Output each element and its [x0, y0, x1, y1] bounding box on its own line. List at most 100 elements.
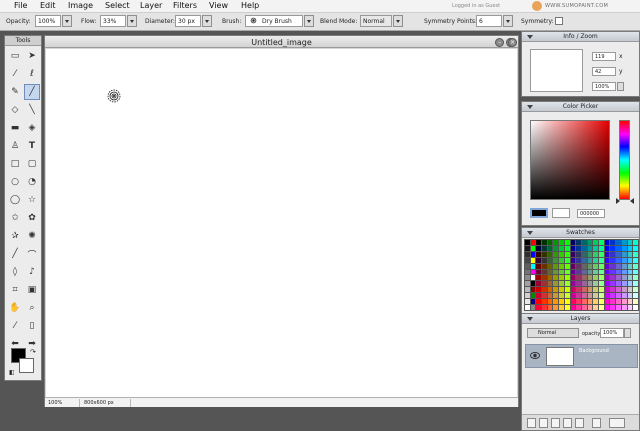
color-swatch[interactable] [576, 305, 581, 310]
color-swatch[interactable] [633, 257, 638, 263]
color-swatch[interactable] [593, 305, 599, 310]
color-swatch[interactable] [604, 305, 610, 310]
color-swatch[interactable] [587, 293, 593, 299]
color-swatch[interactable] [610, 251, 616, 257]
color-swatch[interactable] [616, 293, 621, 299]
color-swatch[interactable] [536, 257, 542, 263]
color-swatch[interactable] [616, 257, 621, 263]
color-swatch[interactable] [547, 257, 553, 263]
color-swatch[interactable] [536, 281, 542, 287]
color-swatch[interactable] [604, 251, 610, 257]
color-swatch[interactable] [542, 275, 547, 281]
color-swatch[interactable] [621, 299, 627, 305]
color-swatch[interactable] [599, 257, 604, 263]
color-swatch[interactable] [581, 305, 587, 310]
color-swatch[interactable] [604, 275, 610, 281]
color-swatch[interactable] [547, 305, 553, 310]
ellipse-tool-icon[interactable]: ○ [7, 174, 23, 190]
color-swatch[interactable] [587, 299, 593, 305]
color-swatch[interactable] [525, 257, 530, 263]
color-swatch[interactable] [581, 299, 587, 305]
lasso-tool-icon[interactable]: ℓ [24, 66, 40, 82]
color-swatch[interactable] [542, 281, 547, 287]
color-swatch[interactable] [553, 293, 559, 299]
blur-tool-icon[interactable]: ◊ [7, 264, 23, 280]
line-tool-icon[interactable]: ╱ [7, 246, 23, 262]
layer-blend-select[interactable]: Normal [527, 328, 579, 338]
color-swatch[interactable] [547, 251, 553, 257]
color-swatch[interactable] [576, 245, 581, 251]
color-swatch[interactable] [616, 263, 621, 269]
color-swatch[interactable] [627, 287, 633, 293]
color-swatch[interactable] [553, 251, 559, 257]
color-swatch[interactable] [576, 257, 581, 263]
color-swatch[interactable] [627, 245, 633, 251]
close-window-icon[interactable]: × [508, 38, 517, 47]
color-swatch[interactable] [587, 269, 593, 275]
blend-mode-dropdown[interactable] [393, 15, 403, 27]
color-swatch[interactable] [593, 257, 599, 263]
color-swatch[interactable] [599, 305, 604, 310]
color-swatch[interactable] [587, 257, 593, 263]
duplicate-layer-icon[interactable] [539, 418, 548, 428]
color-swatch[interactable] [530, 287, 536, 293]
color-swatch[interactable] [587, 263, 593, 269]
clone-stamp-tool-icon[interactable]: ♙ [7, 138, 23, 154]
color-swatch[interactable] [564, 293, 570, 299]
color-swatch[interactable] [599, 245, 604, 251]
color-swatch[interactable] [570, 240, 576, 245]
color-swatch[interactable] [604, 245, 610, 251]
color-swatch[interactable] [530, 305, 536, 310]
color-swatch[interactable] [599, 299, 604, 305]
color-swatch[interactable] [633, 305, 638, 310]
color-swatch[interactable] [547, 299, 553, 305]
flower-tool-icon[interactable]: ✿ [24, 210, 40, 226]
zoom-dropdown[interactable] [617, 82, 624, 91]
color-swatch[interactable] [536, 275, 542, 281]
brand-link[interactable]: WWW.SUMOPAINT.COM [545, 3, 608, 9]
color-swatch[interactable] [570, 287, 576, 293]
color-swatch[interactable] [610, 263, 616, 269]
color-swatch[interactable] [581, 245, 587, 251]
color-swatch[interactable] [599, 275, 604, 281]
layers-header[interactable]: Layers [522, 314, 639, 324]
trash-tool-icon[interactable]: ▯ [24, 318, 40, 334]
color-swatch[interactable] [627, 281, 633, 287]
color-swatch[interactable] [525, 269, 530, 275]
color-swatch[interactable] [610, 245, 616, 251]
color-swatch[interactable] [604, 293, 610, 299]
color-swatch[interactable] [581, 251, 587, 257]
color-swatch[interactable] [576, 293, 581, 299]
color-swatch[interactable] [621, 287, 627, 293]
color-swatch[interactable] [576, 263, 581, 269]
color-swatch[interactable] [633, 299, 638, 305]
opacity-dropdown[interactable] [62, 15, 72, 27]
color-swatch[interactable] [610, 240, 616, 245]
color-swatch[interactable] [564, 305, 570, 310]
color-swatch[interactable] [542, 251, 547, 257]
color-swatch[interactable] [553, 257, 559, 263]
color-swatch[interactable] [547, 293, 553, 299]
color-swatch[interactable] [599, 287, 604, 293]
color-swatch[interactable] [559, 269, 564, 275]
color-swatch[interactable] [530, 269, 536, 275]
drawing-canvas[interactable] [46, 49, 517, 397]
crop-tool-icon[interactable]: ⌗ [7, 282, 23, 298]
color-swatch[interactable] [564, 263, 570, 269]
color-swatch[interactable] [610, 305, 616, 310]
color-swatch[interactable] [542, 240, 547, 245]
color-swatch[interactable] [581, 293, 587, 299]
color-swatch[interactable] [593, 240, 599, 245]
new-layer-icon[interactable] [527, 418, 536, 428]
layer-settings-gear-icon[interactable] [609, 418, 625, 428]
color-swatch[interactable] [576, 299, 581, 305]
color-swatch[interactable] [564, 257, 570, 263]
color-swatch[interactable] [553, 263, 559, 269]
color-swatch[interactable] [616, 240, 621, 245]
color-swatch[interactable] [621, 257, 627, 263]
color-swatch[interactable] [599, 263, 604, 269]
layer-effects-icon[interactable] [592, 418, 601, 428]
background-color-swatch[interactable] [19, 358, 34, 373]
color-swatch[interactable] [559, 293, 564, 299]
layer-opacity-dropdown[interactable] [624, 328, 631, 338]
